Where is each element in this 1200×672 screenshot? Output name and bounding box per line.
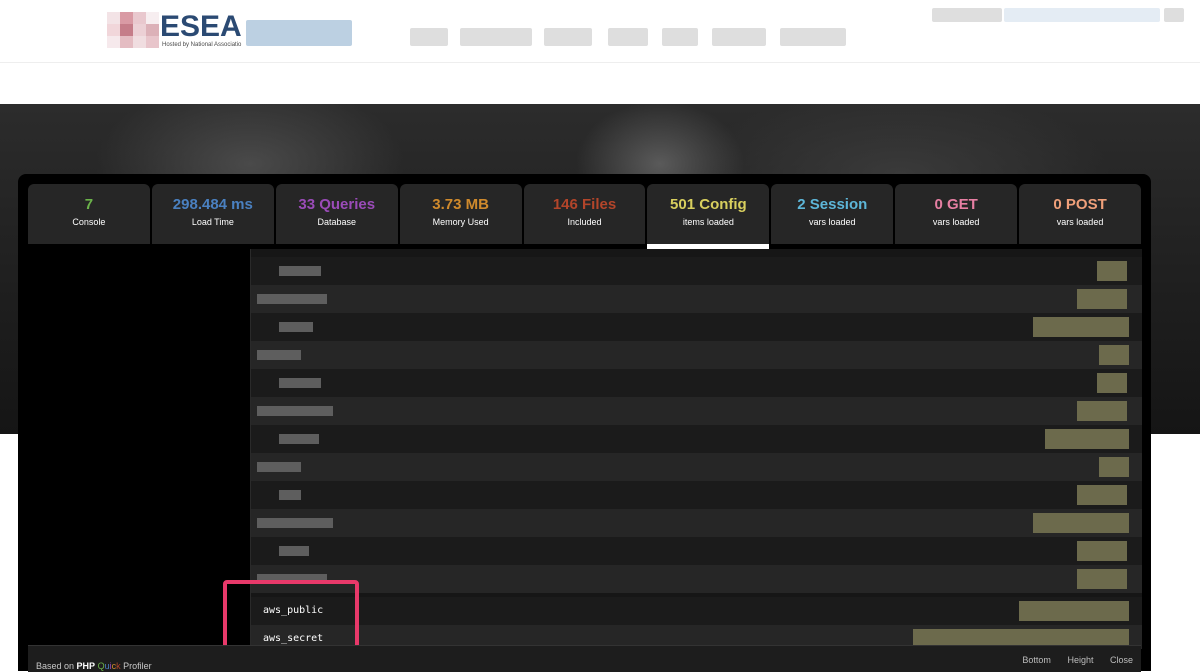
profiler-tabs: 7 Console 298.484 ms Load Time 33 Queries Dat… [28, 184, 1142, 249]
quick-label: Quick [97, 661, 121, 671]
nav-item-blurred[interactable] [662, 28, 698, 46]
config-row [251, 313, 1142, 341]
tab-memory-used[interactable]: 3.73 MB Memory Used [399, 184, 522, 244]
config-row [251, 537, 1142, 565]
config-row [251, 369, 1142, 397]
tab-value: 33 Queries [298, 196, 376, 213]
height-link[interactable]: Height [1067, 655, 1093, 665]
tab-value: 3.73 MB [432, 196, 489, 213]
config-value-redacted [1045, 429, 1129, 449]
account-area-blurred[interactable] [932, 8, 1002, 22]
config-row [251, 509, 1142, 537]
profiler-content: aws_public aws_secret [28, 249, 1142, 649]
config-table: aws_public aws_secret [250, 249, 1142, 649]
footer-links: Bottom Height Close [1008, 655, 1133, 665]
config-row [251, 397, 1142, 425]
config-key-redacted [257, 350, 301, 360]
tab-label: vars loaded [932, 217, 980, 227]
tab-value: 298.484 ms [172, 196, 253, 213]
config-value-redacted [1077, 569, 1127, 589]
nav-item-blurred[interactable] [544, 28, 592, 46]
tab-console[interactable]: 7 Console [28, 184, 150, 244]
config-value-redacted [1099, 345, 1129, 365]
config-key-redacted [279, 322, 313, 332]
config-key-redacted [257, 406, 333, 416]
config-key-redacted [257, 518, 333, 528]
config-key-redacted [279, 546, 309, 556]
php-label: PHP [76, 661, 96, 671]
tab-label: Memory Used [432, 217, 489, 227]
tab-value: 146 Files [552, 196, 617, 213]
logo-icon[interactable] [107, 12, 159, 48]
tab-label: Included [567, 217, 602, 227]
nav-item-blurred[interactable] [712, 28, 766, 46]
config-key-redacted [279, 266, 321, 276]
config-value-redacted [1077, 289, 1127, 309]
config-row [251, 285, 1142, 313]
close-link[interactable]: Close [1110, 655, 1133, 665]
nav-item-blurred[interactable] [608, 28, 648, 46]
config-key-redacted [257, 294, 327, 304]
profiler-credit: Based on PHP Quick Profiler [36, 661, 152, 671]
nav-item-blurred[interactable] [780, 28, 846, 46]
tab-vars-loaded[interactable]: 2 Session vars loaded [771, 184, 894, 244]
account-icon-blurred[interactable] [1164, 8, 1184, 22]
tab-value: 7 [84, 196, 94, 213]
config-value-redacted [1033, 513, 1129, 533]
tab-label: Database [317, 217, 356, 227]
site-header: ESEA Hosted by National Associatio [0, 0, 1200, 63]
config-value-redacted [1077, 401, 1127, 421]
profiler-footer: Based on PHP Quick Profiler Bottom Heigh… [28, 645, 1141, 672]
config-row [251, 425, 1142, 453]
tab-value: 501 Config [670, 196, 747, 213]
profiler-left-pane [28, 249, 250, 649]
logo-text[interactable]: ESEA [160, 11, 242, 43]
config-value-redacted [1097, 373, 1127, 393]
config-value-redacted [1097, 261, 1127, 281]
tab-database[interactable]: 33 Queries Database [275, 184, 398, 244]
config-row [251, 565, 1142, 593]
config-key-redacted [279, 490, 301, 500]
tab-label: Console [72, 217, 106, 227]
nav-item-blurred[interactable] [410, 28, 448, 46]
config-row [251, 481, 1142, 509]
tab-included[interactable]: 146 Files Included [523, 184, 646, 244]
config-value-redacted [1077, 541, 1127, 561]
tab-value: 0 POST [1053, 196, 1107, 213]
highlight-annotation [223, 580, 359, 654]
config-value-redacted [1019, 601, 1129, 621]
tab-items-loaded[interactable]: 501 Config items loaded [647, 184, 770, 249]
search-input-blurred[interactable] [1004, 8, 1160, 22]
nav-item-blurred[interactable] [460, 28, 532, 46]
config-key-redacted [279, 378, 321, 388]
logo-subtitle: Hosted by National Associatio [162, 42, 242, 48]
config-value-redacted [1033, 317, 1129, 337]
bottom-link[interactable]: Bottom [1022, 655, 1051, 665]
tab-value: 2 Session [797, 196, 868, 213]
config-row [251, 257, 1142, 285]
tab-load-time[interactable]: 298.484 ms Load Time [151, 184, 274, 244]
config-value-redacted [1099, 457, 1129, 477]
tab-vars-loaded[interactable]: 0 GET vars loaded [895, 184, 1018, 244]
tab-label: Load Time [191, 217, 234, 227]
blurred-logo-suffix [246, 20, 352, 46]
config-row-aws-public: aws_public [251, 597, 1142, 625]
config-key-redacted [257, 462, 301, 472]
tab-label: items loaded [682, 217, 734, 227]
tab-label: vars loaded [1056, 217, 1104, 227]
php-quick-profiler: 7 Console 298.484 ms Load Time 33 Queries Dat… [18, 174, 1151, 671]
config-row [251, 453, 1142, 481]
config-key-redacted [279, 434, 319, 444]
config-row [251, 341, 1142, 369]
tab-label: vars loaded [809, 217, 856, 227]
config-value-redacted [1077, 485, 1127, 505]
tab-vars-loaded[interactable]: 0 POST vars loaded [1019, 184, 1142, 244]
tab-value: 0 GET [934, 196, 978, 213]
